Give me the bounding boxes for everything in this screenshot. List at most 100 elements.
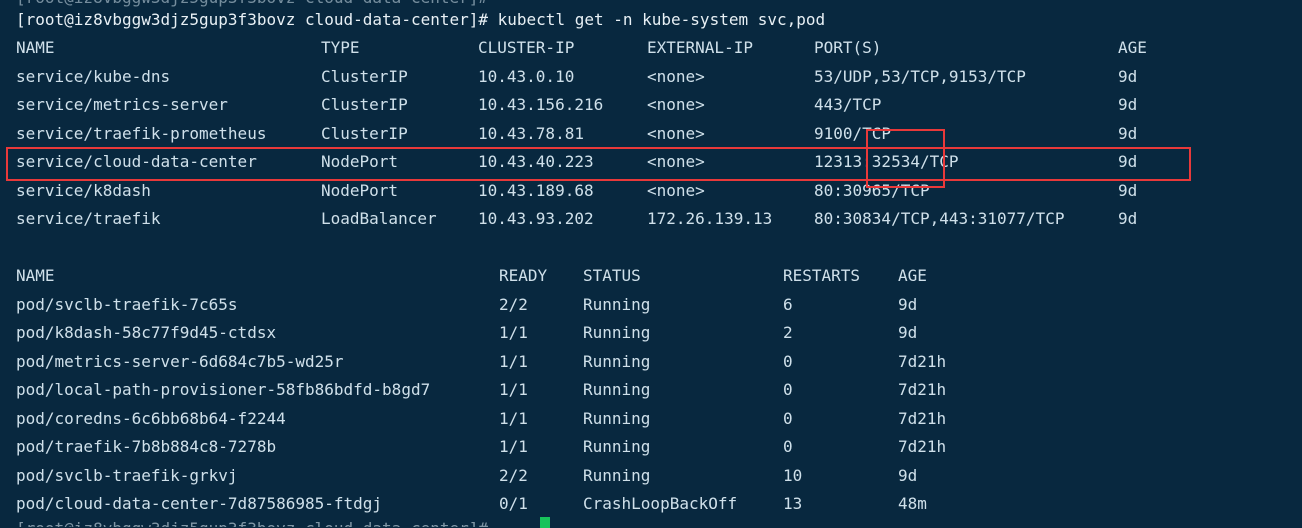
- service-external-ip: <none>: [647, 152, 705, 171]
- service-external-ip: <none>: [647, 67, 705, 86]
- service-type: ClusterIP: [321, 124, 408, 143]
- pod-ready: 2/2: [499, 295, 528, 314]
- pod-restarts: 6: [783, 295, 793, 314]
- table-row: pod/svclb-traefik-grkvj 2/2 Running 10 9…: [16, 466, 1016, 486]
- service-age: 9d: [1118, 152, 1138, 171]
- pods-col-ready: READY: [499, 266, 548, 285]
- pod-ready: 1/1: [499, 352, 528, 371]
- services-col-age: AGE: [1118, 38, 1147, 57]
- service-age: 9d: [1118, 181, 1138, 200]
- pods-col-name: NAME: [16, 266, 55, 285]
- service-cluster-ip: 10.43.156.216: [478, 95, 604, 114]
- service-external-ip: <none>: [647, 181, 705, 200]
- pod-name: pod/svclb-traefik-grkvj: [16, 466, 238, 485]
- services-col-cluster-ip: CLUSTER-IP: [478, 38, 575, 57]
- service-name: service/cloud-data-center: [16, 152, 257, 171]
- pod-restarts: 10: [783, 466, 803, 485]
- service-ports: 9100/TCP: [814, 124, 892, 143]
- table-row: pod/cloud-data-center-7d87586985-ftdgj 0…: [16, 494, 1016, 514]
- pod-age: 9d: [898, 295, 918, 314]
- table-row: service/traefik-prometheus ClusterIP 10.…: [16, 124, 1286, 144]
- pod-name: pod/k8dash-58c77f9d45-ctdsx: [16, 323, 277, 342]
- pod-status: CrashLoopBackOff: [583, 494, 738, 513]
- pods-col-restarts: RESTARTS: [783, 266, 861, 285]
- pod-ready: 1/1: [499, 323, 528, 342]
- services-col-external-ip: EXTERNAL-IP: [647, 38, 753, 57]
- pod-restarts: 0: [783, 380, 793, 399]
- pod-restarts: 0: [783, 409, 793, 428]
- service-name: service/k8dash: [16, 181, 151, 200]
- table-row: pod/coredns-6c6bb68b64-f2244 1/1 Running…: [16, 409, 1016, 429]
- pod-age: 9d: [898, 323, 918, 342]
- service-external-ip: <none>: [647, 95, 705, 114]
- service-cluster-ip: 10.43.189.68: [478, 181, 594, 200]
- pod-age: 7d21h: [898, 437, 947, 456]
- service-type: ClusterIP: [321, 95, 408, 114]
- service-type: NodePort: [321, 181, 399, 200]
- terminal-cursor: [540, 517, 550, 528]
- service-name: service/metrics-server: [16, 95, 228, 114]
- table-row: pod/local-path-provisioner-58fb86bdfd-b8…: [16, 380, 1016, 400]
- pod-status: Running: [583, 437, 651, 456]
- service-ports: 12313:32534/TCP: [814, 152, 959, 171]
- service-name: service/traefik-prometheus: [16, 124, 267, 143]
- service-type: LoadBalancer: [321, 209, 437, 228]
- table-row: pod/svclb-traefik-7c65s 2/2 Running 6 9d: [16, 295, 1016, 315]
- pod-status: Running: [583, 466, 651, 485]
- pod-restarts: 13: [783, 494, 803, 513]
- service-age: 9d: [1118, 209, 1138, 228]
- pods-col-age: AGE: [898, 266, 927, 285]
- pod-restarts: 2: [783, 323, 793, 342]
- service-ports: 80:30834/TCP,443:31077/TCP: [814, 209, 1065, 228]
- pod-ready: 1/1: [499, 380, 528, 399]
- pod-name: pod/local-path-provisioner-58fb86bdfd-b8…: [16, 380, 431, 399]
- services-col-name: NAME: [16, 38, 55, 57]
- pod-ready: 1/1: [499, 437, 528, 456]
- pod-age: 7d21h: [898, 352, 947, 371]
- services-col-type: TYPE: [321, 38, 360, 57]
- table-row: service/k8dash NodePort 10.43.189.68 <no…: [16, 181, 1286, 201]
- pods-col-status: STATUS: [583, 266, 641, 285]
- service-external-ip: <none>: [647, 124, 705, 143]
- pod-age: 9d: [898, 466, 918, 485]
- pod-age: 7d21h: [898, 380, 947, 399]
- service-type: NodePort: [321, 152, 399, 171]
- pod-status: Running: [583, 380, 651, 399]
- pod-ready: 0/1: [499, 494, 528, 513]
- service-type: ClusterIP: [321, 67, 408, 86]
- pod-status: Running: [583, 352, 651, 371]
- table-row: service/metrics-server ClusterIP 10.43.1…: [16, 95, 1286, 115]
- pod-status: Running: [583, 409, 651, 428]
- pod-restarts: 0: [783, 437, 793, 456]
- table-row: pod/metrics-server-6d684c7b5-wd25r 1/1 R…: [16, 352, 1016, 372]
- service-ports: 443/TCP: [814, 95, 882, 114]
- pod-name: pod/metrics-server-6d684c7b5-wd25r: [16, 352, 344, 371]
- pod-name: pod/cloud-data-center-7d87586985-ftdgj: [16, 494, 383, 513]
- pod-ready: 1/1: [499, 409, 528, 428]
- service-age: 9d: [1118, 95, 1138, 114]
- service-age: 9d: [1118, 67, 1138, 86]
- service-name: service/kube-dns: [16, 67, 171, 86]
- service-cluster-ip: 10.43.40.223: [478, 152, 594, 171]
- terminal-window[interactable]: [root@iz8vbggw3djz5gup3f3bovz cloud-data…: [0, 0, 1302, 528]
- pod-name: pod/traefik-7b8b884c8-7278b: [16, 437, 277, 456]
- pod-age: 7d21h: [898, 409, 947, 428]
- table-row: service/traefik LoadBalancer 10.43.93.20…: [16, 209, 1286, 229]
- service-ports: 80:30965/TCP: [814, 181, 930, 200]
- previous-prompt-line: [root@iz8vbggw3djz5gup3f3bovz cloud-data…: [16, 0, 488, 8]
- service-cluster-ip: 10.43.0.10: [478, 67, 575, 86]
- services-header-row: NAME TYPE CLUSTER-IP EXTERNAL-IP PORT(S)…: [16, 38, 1286, 58]
- command-line: [root@iz8vbggw3djz5gup3f3bovz cloud-data…: [16, 10, 826, 29]
- table-row-highlighted: service/cloud-data-center NodePort 10.43…: [16, 152, 1286, 172]
- table-row: pod/k8dash-58c77f9d45-ctdsx 1/1 Running …: [16, 323, 1016, 343]
- pod-restarts: 0: [783, 352, 793, 371]
- service-cluster-ip: 10.43.78.81: [478, 124, 584, 143]
- table-row: service/kube-dns ClusterIP 10.43.0.10 <n…: [16, 67, 1286, 87]
- pod-ready: 2/2: [499, 466, 528, 485]
- pod-name: pod/coredns-6c6bb68b64-f2244: [16, 409, 286, 428]
- service-ports: 53/UDP,53/TCP,9153/TCP: [814, 67, 1026, 86]
- service-external-ip: 172.26.139.13: [647, 209, 773, 228]
- pod-age: 48m: [898, 494, 927, 513]
- service-age: 9d: [1118, 124, 1138, 143]
- next-prompt-line: [root@iz8vbggw3djz5gup3f3bovz cloud-data…: [16, 519, 488, 527]
